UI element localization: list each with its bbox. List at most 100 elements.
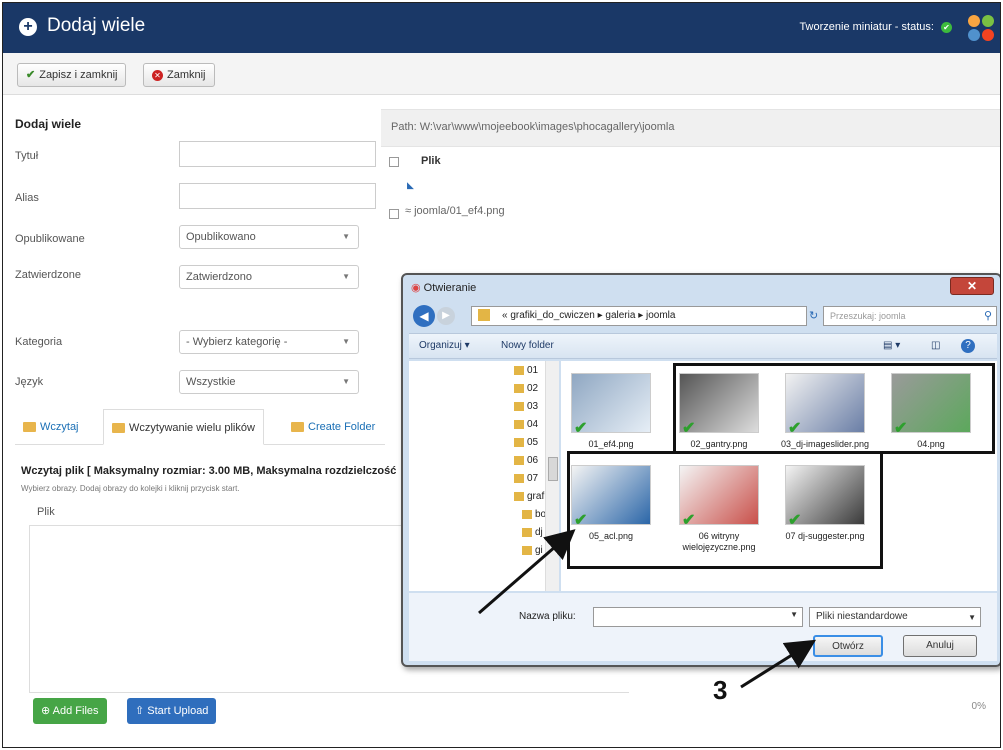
tree-scrollbar[interactable] xyxy=(545,361,559,591)
dialog-close-button[interactable]: ✕ xyxy=(950,277,994,295)
tree-folder-label: 07 xyxy=(527,473,539,484)
folder-up-icon[interactable]: ◣ xyxy=(407,180,414,191)
tab-multiple-upload[interactable]: Wczytywanie wielu plików xyxy=(103,409,264,445)
file-type-value: Pliki niestandardowe xyxy=(816,611,908,622)
add-files-button[interactable]: ⊕ Add Files xyxy=(33,698,107,724)
tab-create-folder[interactable]: Create Folder xyxy=(283,409,383,445)
tree-folder[interactable]: 04 xyxy=(514,417,538,433)
open-button[interactable]: Otwórz xyxy=(813,635,883,657)
upload-list-label: Plik xyxy=(37,506,55,518)
check-icon: ✔ xyxy=(26,69,36,81)
alias-input[interactable] xyxy=(179,183,376,209)
upload-progress: 0% xyxy=(971,701,986,712)
plus-icon: + xyxy=(19,18,37,36)
form-title: Dodaj wiele xyxy=(15,117,82,131)
preview-pane-icon[interactable]: ◫ xyxy=(931,340,940,351)
folder-icon xyxy=(522,545,532,555)
folder-icon xyxy=(514,473,524,483)
tree-folder[interactable]: 02 xyxy=(514,381,538,397)
upload-tabs: Wczytaj Wczytywanie wielu plików Create … xyxy=(15,409,385,445)
tree-folder[interactable]: 03 xyxy=(514,399,538,415)
tree-folder-label: dj xyxy=(535,527,543,538)
dialog-search-input[interactable]: Przeszukaj: joomla ⚲ xyxy=(823,306,997,326)
page-title: Dodaj wiele xyxy=(47,15,146,36)
cancel-button[interactable]: Anuluj xyxy=(903,635,977,657)
approved-select[interactable]: Zatwierdzono ▼ xyxy=(179,265,359,289)
header-bar: + Dodaj wiele Tworzenie miniatur - statu… xyxy=(3,3,1000,53)
folder-icon xyxy=(514,383,524,393)
search-icon: ⚲ xyxy=(983,310,992,322)
organize-button[interactable]: Organizuj ▾ xyxy=(419,340,470,351)
new-folder-button[interactable]: Nowy folder xyxy=(501,340,554,351)
dialog-footer: Nazwa pliku: ▼ Pliki niestandardowe ▼ Otw… xyxy=(409,593,997,661)
dialog-title-text: Otwieranie xyxy=(423,282,477,294)
close-button[interactable]: ✕ Zamknij xyxy=(143,63,215,87)
tree-folder[interactable]: bo xyxy=(522,507,546,523)
published-select[interactable]: Opublikowano ▼ xyxy=(179,225,359,249)
add-files-label: Add Files xyxy=(52,705,99,717)
upload-instructions: Wybierz obrazy. Dodaj obrazy do kolejki … xyxy=(21,484,240,493)
file-name-input[interactable]: ▼ xyxy=(593,607,803,627)
forward-icon[interactable]: ▶ xyxy=(437,307,455,325)
file-row[interactable]: ≈ joomla/01_ef4.png xyxy=(405,205,505,217)
close-label: Zamknij xyxy=(167,69,206,81)
app-window: + Dodaj wiele Tworzenie miniatur - statu… xyxy=(2,2,1001,748)
multi-upload-icon xyxy=(112,423,125,434)
tree-folder-label: gi xyxy=(535,545,543,556)
tree-folder[interactable]: 05 xyxy=(514,435,538,451)
dialog-command-bar: Organizuj ▾ Nowy folder ▤ ▾ ◫ ? xyxy=(409,333,997,359)
tree-folder-label: 05 xyxy=(527,437,539,448)
category-value: - Wybierz kategorię - xyxy=(186,336,288,348)
thumbnail-status: Tworzenie miniatur - status: ✔ xyxy=(799,21,952,33)
step-number: 3 xyxy=(713,675,728,705)
close-icon: ✕ xyxy=(152,69,163,81)
tree-folder[interactable]: 06 xyxy=(514,453,538,469)
title-input[interactable] xyxy=(179,141,376,167)
start-upload-button[interactable]: ⇧ Start Upload xyxy=(127,698,217,724)
tree-folder[interactable]: 07 xyxy=(514,471,538,487)
view-options-icon[interactable]: ▤ ▾ xyxy=(883,340,900,351)
tab-create-folder-label: Create Folder xyxy=(308,421,376,433)
tree-folder[interactable]: dj xyxy=(522,525,543,541)
published-value: Opublikowano xyxy=(186,231,256,243)
folder-icon xyxy=(478,309,490,321)
folder-icon xyxy=(522,527,532,537)
folder-icon xyxy=(514,437,524,447)
upload-title: Wczytaj plik [ Maksymalny rozmiar: 3.00 … xyxy=(21,465,397,477)
tree-folder[interactable]: graf xyxy=(514,489,544,505)
add-icon: ⊕ xyxy=(41,705,53,717)
language-select[interactable]: Wszystkie ▼ xyxy=(179,370,359,394)
chevron-down-icon: ▼ xyxy=(342,337,350,346)
approved-label: Zatwierdzone xyxy=(15,269,82,281)
file-type-select[interactable]: Pliki niestandardowe ▼ xyxy=(809,607,981,627)
search-placeholder: Przeszukaj: joomla xyxy=(830,311,906,321)
category-select[interactable]: - Wybierz kategorię - ▼ xyxy=(179,330,359,354)
tab-upload[interactable]: Wczytaj xyxy=(15,409,87,445)
selection-outline xyxy=(673,363,995,451)
thumbnail-status-label: Tworzenie miniatur - status: xyxy=(799,21,934,33)
chevron-down-icon: ▼ xyxy=(790,610,798,619)
tree-folder[interactable]: gi xyxy=(522,543,543,559)
chevron-down-icon: ▼ xyxy=(342,232,350,241)
scrollbar-thumb[interactable] xyxy=(548,457,558,481)
folder-icon xyxy=(514,455,524,465)
file-thumbnail[interactable]: ✔ xyxy=(571,373,651,437)
select-all-checkbox[interactable] xyxy=(389,157,399,167)
file-list-header: Plik xyxy=(381,149,1000,177)
dialog-file-grid: ✔ 01_ef4.png ✔ 02_gantry.png ✔ 03_dj-ima… xyxy=(561,361,997,591)
file-name: 01_ef4.png xyxy=(588,439,634,449)
folder-icon xyxy=(514,365,524,375)
save-close-button[interactable]: ✔ Zapisz i zamknij xyxy=(17,63,127,87)
folder-icon xyxy=(514,419,524,429)
tab-multiple-upload-label: Wczytywanie wielu plików xyxy=(129,422,255,434)
selection-outline xyxy=(567,451,883,569)
status-ok-icon: ✔ xyxy=(941,21,952,33)
help-icon[interactable]: ? xyxy=(961,339,975,353)
folder-icon xyxy=(522,509,532,519)
file-column-header: Plik xyxy=(421,155,441,167)
chevron-down-icon: ▼ xyxy=(342,272,350,281)
file-row-checkbox[interactable] xyxy=(389,209,399,219)
dialog-breadcrumb[interactable]: « grafiki_do_cwiczen ▸ galeria ▸ joomla xyxy=(471,306,807,326)
back-icon[interactable]: ◀ xyxy=(413,305,435,327)
tree-folder[interactable]: 01 xyxy=(514,363,538,379)
